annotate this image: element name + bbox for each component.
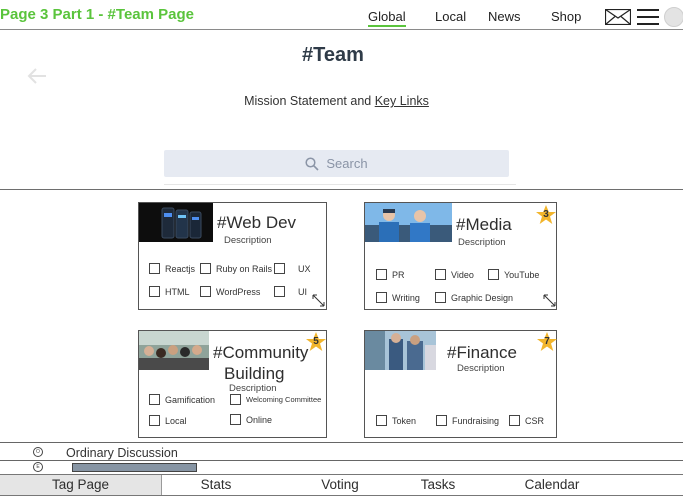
radio-extra[interactable]: E bbox=[33, 462, 43, 472]
checkbox-ruby-on-rails[interactable]: Ruby on Rails bbox=[200, 263, 272, 274]
bottom-tab-bar: Tag Page Stats Voting Tasks Calendar bbox=[0, 474, 683, 496]
checkbox-csr[interactable]: CSR bbox=[509, 415, 544, 426]
discussion-label: Ordinary Discussion bbox=[66, 446, 178, 460]
tab-tasks[interactable]: Tasks bbox=[402, 475, 474, 495]
expand-icon[interactable] bbox=[543, 294, 556, 307]
tab-stats[interactable]: Stats bbox=[180, 475, 252, 495]
tab-tag-page[interactable]: Tag Page bbox=[0, 475, 162, 495]
checkbox-local[interactable]: Local bbox=[149, 415, 187, 426]
community-image bbox=[139, 331, 209, 370]
card-media[interactable]: #Media Description 3 PR Video YouTube Wr… bbox=[364, 202, 557, 310]
search-placeholder: Search bbox=[326, 156, 368, 171]
badge-count: 7 bbox=[536, 331, 558, 353]
card-title: #Media bbox=[456, 215, 512, 234]
nav-news[interactable]: News bbox=[488, 9, 521, 24]
avatar[interactable] bbox=[664, 7, 683, 27]
menu-icon[interactable] bbox=[637, 8, 659, 26]
checkbox-video[interactable]: Video bbox=[435, 269, 474, 280]
checkbox-html[interactable]: HTML bbox=[149, 286, 190, 297]
top-nav: Global Local News Shop bbox=[0, 9, 683, 29]
section-divider bbox=[0, 189, 683, 190]
tab-voting[interactable]: Voting bbox=[304, 475, 376, 495]
mail-icon[interactable] bbox=[605, 9, 631, 25]
card-title: #Finance bbox=[447, 343, 517, 362]
search-input[interactable]: Search bbox=[164, 150, 509, 177]
card-description: Description bbox=[229, 383, 277, 394]
card-title-line2: Building bbox=[224, 364, 285, 383]
card-title-line1: #Community bbox=[213, 343, 309, 362]
checkbox-graphic-design[interactable]: Graphic Design bbox=[435, 292, 513, 303]
checkbox-fundraising[interactable]: Fundraising bbox=[436, 415, 499, 426]
mission-statement: Mission Statement and Key Links bbox=[0, 94, 673, 108]
tab-calendar[interactable]: Calendar bbox=[512, 475, 592, 495]
card-description: Description bbox=[457, 363, 505, 374]
radio-ordinary[interactable]: O bbox=[33, 447, 43, 457]
nav-global[interactable]: Global bbox=[368, 9, 406, 27]
team-heading: #Team bbox=[302, 44, 364, 66]
nav-local[interactable]: Local bbox=[435, 9, 466, 24]
mission-text: Mission Statement and bbox=[244, 94, 375, 108]
nav-shop[interactable]: Shop bbox=[551, 9, 581, 24]
media-image bbox=[365, 203, 452, 242]
checkbox-gamification[interactable]: Gamification bbox=[149, 394, 215, 405]
card-description: Description bbox=[224, 235, 272, 246]
checkbox-youtube[interactable]: YouTube bbox=[488, 269, 539, 280]
checkbox-reactjs[interactable]: Reactjs bbox=[149, 263, 195, 274]
finance-image bbox=[365, 331, 436, 370]
badge-count: 5 bbox=[305, 331, 327, 353]
discussion-progress-bar bbox=[72, 463, 197, 472]
checkbox-wordpress[interactable]: WordPress bbox=[200, 286, 260, 297]
card-description: Description bbox=[458, 237, 506, 248]
expand-icon[interactable] bbox=[312, 294, 325, 307]
search-icon bbox=[305, 156, 319, 171]
card-finance[interactable]: #Finance Description 7 Token Fundraising… bbox=[364, 330, 557, 438]
checkbox-ux[interactable]: UX bbox=[274, 263, 311, 274]
checkbox-pr[interactable]: PR bbox=[376, 269, 405, 280]
header-divider bbox=[0, 29, 683, 30]
back-arrow-icon[interactable] bbox=[26, 66, 48, 86]
badge-count: 3 bbox=[535, 204, 557, 226]
checkbox-ui[interactable]: UI bbox=[274, 286, 307, 297]
checkbox-token[interactable]: Token bbox=[376, 415, 416, 426]
card-title: #Web Dev bbox=[217, 213, 297, 232]
key-links-link[interactable]: Key Links bbox=[375, 94, 429, 108]
card-web-dev[interactable]: #Web Dev Description Reactjs Ruby on Rai… bbox=[138, 202, 327, 310]
web-dev-image bbox=[139, 203, 213, 242]
checkbox-online[interactable]: Online bbox=[230, 414, 272, 425]
checkbox-writing[interactable]: Writing bbox=[376, 292, 420, 303]
discussion-top-divider bbox=[0, 442, 683, 443]
discussion-mid-divider bbox=[0, 460, 683, 461]
card-community-building[interactable]: #Community Building Description 5 Gamifi… bbox=[138, 330, 327, 438]
search-underline bbox=[164, 184, 516, 185]
checkbox-welcoming-committee[interactable]: Welcoming Committee bbox=[230, 394, 321, 405]
